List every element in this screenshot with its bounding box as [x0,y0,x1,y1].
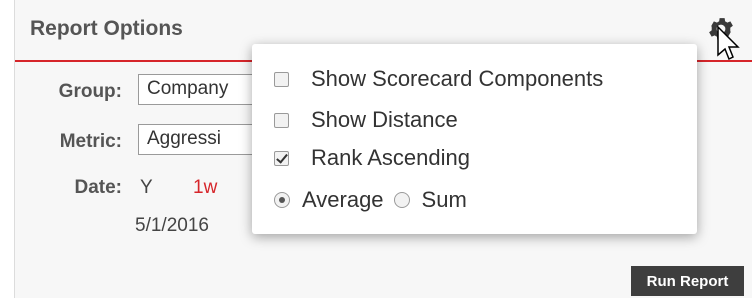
date-value: 5/1/2016 [135,215,209,236]
average-radio[interactable] [274,192,290,208]
show-scorecard-components-label: Show Scorecard Components [311,66,604,91]
aggregation-radio-group: Average Sum [274,187,467,213]
rank-ascending-checkbox[interactable] [274,150,289,166]
show-distance-option[interactable]: Show Distance [274,107,458,133]
group-label: Group: [58,81,122,102]
mouse-pointer-icon [717,25,740,61]
date-option-1w[interactable]: 1w [193,177,217,199]
rank-ascending-label: Rank Ascending [311,145,470,170]
metric-select[interactable]: Aggressi [138,124,268,155]
show-scorecard-components-option[interactable]: Show Scorecard Components [274,66,603,92]
show-scorecard-components-checkbox[interactable] [274,71,289,87]
group-select[interactable]: Company [138,74,268,105]
sum-label: Sum [421,187,467,212]
rank-ascending-option[interactable]: Rank Ascending [274,145,470,171]
date-option-y[interactable]: Y [140,177,153,199]
show-distance-label: Show Distance [311,107,458,132]
metric-label: Metric: [59,131,122,152]
report-settings-popover: Show Scorecard Components Show Distance … [252,44,697,234]
sum-radio[interactable] [393,192,410,208]
run-report-button[interactable]: Run Report [631,266,744,296]
date-label: Date: [74,177,122,198]
average-label: Average [302,187,384,212]
panel-title: Report Options [30,17,183,40]
show-distance-checkbox[interactable] [274,112,289,128]
